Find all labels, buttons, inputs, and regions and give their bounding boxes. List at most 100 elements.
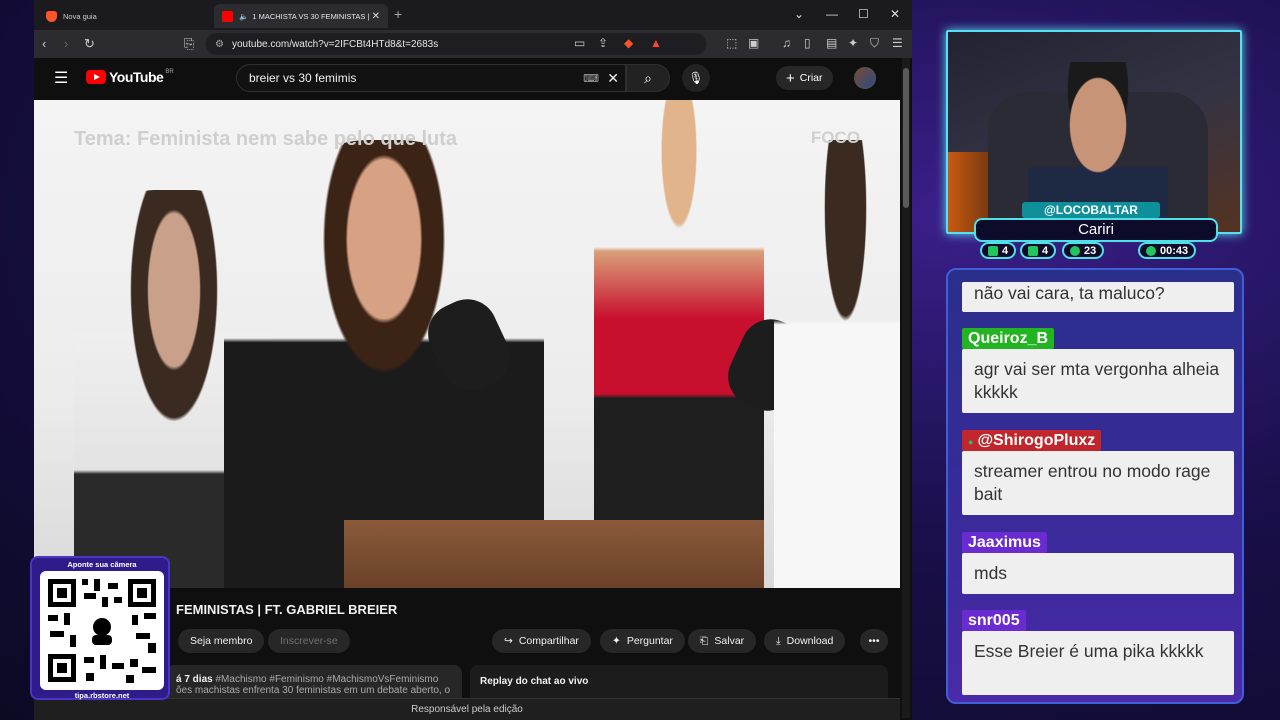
brave-icon — [46, 10, 57, 22]
tab-youtube-video[interactable]: 🔈 1 MACHISTA VS 30 FEMINISTAS | FT ✕ — [214, 4, 388, 28]
extensions-icon[interactable]: ⬚ — [726, 36, 737, 50]
music-icon[interactable]: ♫ — [782, 36, 791, 50]
wallet-icon[interactable]: ▤ — [826, 36, 837, 50]
qr-code-icon — [40, 571, 164, 690]
youtube-count-stat: 4 — [1020, 242, 1057, 259]
clear-search-icon[interactable]: ✕ — [607, 70, 619, 87]
chevron-down-icon[interactable]: ⌄ — [794, 7, 804, 21]
close-window-icon[interactable]: ✕ — [890, 7, 900, 21]
channel-brand-watermark: FOCO — [810, 128, 860, 147]
create-label: Criar — [799, 72, 823, 84]
upload-date: á 7 dias — [176, 674, 213, 685]
viewers-icon — [1070, 245, 1080, 256]
search-value: breier vs 30 femimis — [249, 71, 357, 85]
download-label: Download — [786, 635, 834, 647]
search-input[interactable]: breier vs 30 femimis ⌨ ✕ — [236, 64, 626, 92]
tab-label: 1 MACHISTA VS 30 FEMINISTAS | FT — [252, 11, 371, 21]
share-button[interactable]: ↪ Compartilhar — [492, 629, 591, 653]
table-shape — [344, 520, 764, 588]
save-label: Salvar — [714, 635, 745, 647]
menu-icon[interactable]: ☰ — [892, 36, 903, 50]
uptime-stat: 00:43 — [1138, 242, 1197, 259]
chat-icon — [988, 245, 998, 256]
ai-icon[interactable]: ✦ — [848, 36, 858, 50]
stat-value: 4 — [1002, 244, 1009, 257]
new-tab-icon[interactable]: + — [394, 6, 402, 22]
search-icon: ⌕ — [644, 69, 652, 86]
description-text: ões machistas enfrenta 30 feministas em … — [176, 685, 451, 696]
vpn-icon[interactable]: ⛉ — [870, 36, 879, 51]
person-center-back-figure — [594, 100, 764, 520]
subscribe-button[interactable]: Inscrever-se — [268, 629, 350, 653]
keyboard-icon[interactable]: ⌨ — [583, 72, 599, 85]
voice-search-button[interactable]: 🎙 — [682, 64, 710, 92]
chat-message-body: streamer entrou no modo rage bait — [962, 451, 1234, 515]
chat-message-body: agr vai ser mta vergonha alheia kkkkk — [962, 349, 1234, 413]
footer-text: Responsável pela edição — [411, 704, 523, 715]
speaker-icon[interactable]: 🔈 — [239, 12, 248, 21]
screenshot-icon[interactable]: ▣ — [748, 36, 759, 50]
page-scrollbar[interactable] — [902, 58, 910, 718]
bookmark-icon[interactable]: ⎘ — [184, 36, 194, 52]
youtube-icon — [1028, 245, 1038, 256]
cast-icon[interactable]: ▭ — [574, 36, 585, 50]
maximize-icon[interactable]: ☐ — [858, 7, 869, 21]
sparkle-icon: ✦ — [612, 635, 621, 647]
chat-username: Queiroz_B — [962, 328, 1055, 349]
share-label: Compartilhar — [518, 635, 579, 647]
ask-label: Perguntar — [626, 635, 673, 647]
share-icon[interactable]: ⇪ — [598, 36, 608, 50]
save-button[interactable]: ⎗ Salvar — [688, 629, 757, 653]
search-button[interactable]: ⌕ — [626, 64, 670, 92]
tab-bar: Nova guia 🔈 1 MACHISTA VS 30 FEMINISTAS … — [34, 0, 912, 30]
forward-icon[interactable]: › — [64, 36, 68, 51]
stat-value: 00:43 — [1160, 244, 1189, 257]
more-icon: ••• — [868, 635, 880, 647]
viewers-stat: 23 — [1062, 242, 1105, 259]
subscribe-label: Inscrever-se — [280, 635, 338, 647]
tab-label: Nova guia — [63, 11, 97, 21]
hamburger-menu-icon[interactable]: ☰ — [54, 68, 68, 88]
youtube-play-icon — [86, 70, 106, 84]
hashtags[interactable]: #Machismo #Feminismo #MachismoVsFeminism… — [215, 674, 438, 685]
brave-rewards-icon[interactable]: ▲ — [650, 36, 662, 50]
chat-message-body: Esse Breier é uma pika kkkkk — [962, 631, 1234, 695]
video-player[interactable]: Tema: Feminista nem sabe pelo que luta F… — [34, 100, 900, 588]
share-icon: ↪ — [504, 635, 513, 647]
url-text: youtube.com/watch?v=2IFCBt4HTd8&t=2683s — [232, 38, 439, 50]
chat-username: Jaaximus — [962, 532, 1047, 553]
chat-message-body: mds — [962, 553, 1234, 594]
chat-message-body: não vai cara, ta maluco? — [962, 282, 1234, 312]
join-button[interactable]: Seja membro — [178, 629, 265, 653]
ask-button[interactable]: ✦ Perguntar — [600, 629, 685, 653]
address-bar: ‹ › ↻ ⎘ ⚙ youtube.com/watch?v=2IFCBt4HTd… — [34, 30, 912, 58]
site-info-icon[interactable]: ⚙ — [215, 39, 224, 50]
youtube-header: ☰ YouTube BR breier vs 30 femimis ⌨ ✕ ⌕ … — [34, 58, 912, 98]
avatar[interactable] — [854, 67, 876, 89]
back-icon[interactable]: ‹ — [42, 36, 46, 51]
join-label: Seja membro — [190, 635, 253, 647]
person-right-figure — [774, 140, 900, 588]
chat-username: snr005 — [962, 610, 1026, 631]
download-icon: ⤓ — [776, 634, 781, 647]
chat-username: ● @ShirogoPluxz — [962, 430, 1102, 451]
qr-donation-card: Aponte sua câmera tipa.rbstore.net — [30, 556, 170, 700]
youtube-logo[interactable]: YouTube BR — [86, 69, 174, 85]
minimize-icon[interactable]: — — [826, 7, 838, 21]
streamer-handle: @LOCOBALTAR — [1022, 202, 1160, 218]
stream-chat: não vai cara, ta maluco? Queiroz_B agr v… — [946, 268, 1244, 704]
create-button[interactable]: + Criar — [776, 66, 833, 90]
tab-new-tab[interactable]: Nova guia — [38, 4, 210, 28]
youtube-favicon-icon — [222, 10, 233, 22]
microphone-icon: 🎙 — [688, 71, 704, 85]
scrollbar-thumb[interactable] — [903, 68, 909, 208]
reload-icon[interactable]: ↻ — [84, 36, 95, 52]
shield-badge-icon: ● — [968, 437, 974, 447]
download-button[interactable]: ⤓ Download — [764, 629, 846, 653]
brave-shields-icon[interactable]: ◆ — [624, 36, 633, 50]
sidebar-icon[interactable]: ▯ — [804, 36, 811, 50]
close-tab-icon[interactable]: ✕ — [372, 11, 380, 22]
stat-value: 4 — [1042, 244, 1049, 257]
qr-title: Aponte sua câmera — [67, 560, 137, 569]
more-actions-button[interactable]: ••• — [860, 629, 888, 653]
